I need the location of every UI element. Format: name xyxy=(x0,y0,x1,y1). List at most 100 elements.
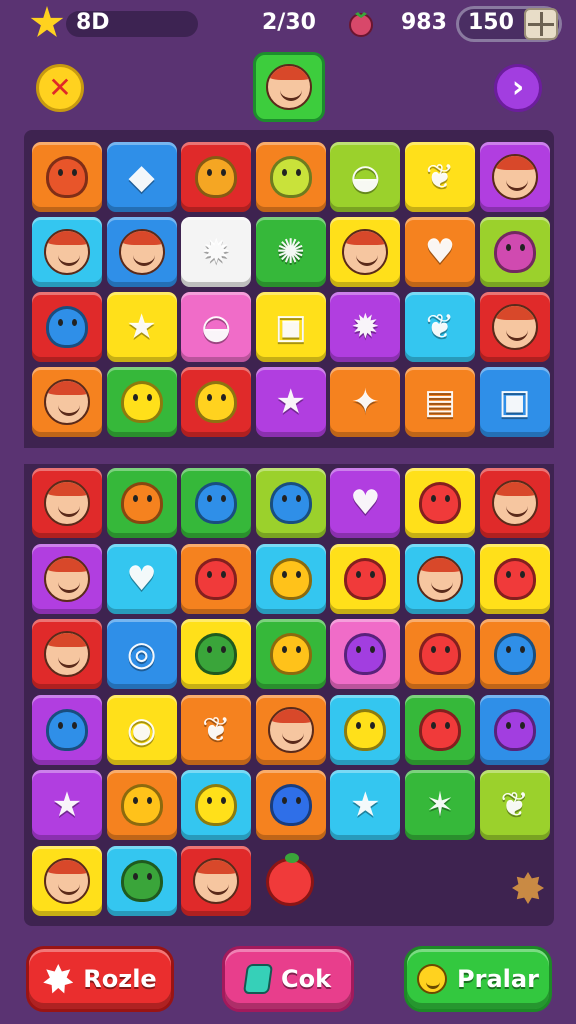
face-icon xyxy=(193,857,240,904)
face-icon xyxy=(491,154,538,200)
board-tile[interactable]: ◒ xyxy=(330,142,401,212)
board-tile[interactable] xyxy=(32,845,102,916)
leaf-icon: ❦ xyxy=(425,157,455,197)
sparkle-icon: ✦ xyxy=(351,382,380,422)
puzzle-button[interactable]: Rozle xyxy=(26,946,174,1012)
board-tile[interactable] xyxy=(255,142,326,212)
board-tile[interactable] xyxy=(106,217,177,287)
lemon-icon xyxy=(120,784,163,826)
cook-button[interactable]: Cok xyxy=(222,946,354,1012)
board-tile[interactable] xyxy=(330,543,401,614)
board-tile[interactable] xyxy=(181,367,252,437)
board-tile[interactable]: ✹ xyxy=(181,217,252,287)
board-tile[interactable] xyxy=(255,770,326,840)
board-tile[interactable] xyxy=(181,543,252,614)
board-tile[interactable]: ❦ xyxy=(181,694,252,765)
board-tile[interactable] xyxy=(181,770,252,840)
board-tile[interactable] xyxy=(181,845,252,916)
board-tile[interactable] xyxy=(330,694,401,765)
face-icon xyxy=(267,706,314,753)
face-icon xyxy=(44,555,90,602)
board-tile[interactable] xyxy=(32,142,102,212)
board-tile[interactable] xyxy=(181,142,252,212)
apple-icon[interactable] xyxy=(266,853,314,906)
praise-button[interactable]: Pralar xyxy=(404,946,552,1012)
board-tile[interactable] xyxy=(479,694,550,765)
board-tile[interactable]: ✹ xyxy=(330,292,401,362)
board-tile[interactable]: ◎ xyxy=(106,619,177,689)
board-tile[interactable] xyxy=(181,468,252,538)
board-tile[interactable] xyxy=(106,468,177,538)
board-tile[interactable] xyxy=(330,217,401,287)
board-tile[interactable] xyxy=(255,619,326,689)
shirt-icon xyxy=(493,231,536,273)
board-tile[interactable]: ◉ xyxy=(106,694,177,765)
board-tile[interactable] xyxy=(32,292,102,362)
board-tile[interactable]: ◒ xyxy=(181,292,252,362)
board-tile[interactable] xyxy=(479,142,550,212)
flower-icon xyxy=(43,964,74,994)
board-tile[interactable] xyxy=(181,619,252,689)
board-tile[interactable] xyxy=(32,217,102,287)
board-tile[interactable] xyxy=(32,367,102,437)
board-tile[interactable] xyxy=(405,468,475,538)
board-tile[interactable]: ✶ xyxy=(405,770,475,840)
board-tile[interactable]: ❦ xyxy=(479,770,550,840)
blob-icon xyxy=(46,306,88,348)
praise-button-label: Pralar xyxy=(457,965,539,993)
board-tile[interactable] xyxy=(405,543,475,614)
book-icon: ▤ xyxy=(423,382,457,422)
box-icon[interactable] xyxy=(524,8,558,40)
avatar[interactable] xyxy=(253,52,325,122)
board-tile[interactable] xyxy=(32,468,102,538)
lime-icon xyxy=(269,156,312,198)
board-tile[interactable] xyxy=(255,543,326,614)
score-value: 8D xyxy=(76,10,110,35)
board-tile[interactable] xyxy=(32,619,102,689)
drop-icon xyxy=(269,482,312,524)
board-tile[interactable]: ★ xyxy=(255,367,326,437)
board-tile[interactable]: ▣ xyxy=(479,367,550,437)
board-tile[interactable]: ✦ xyxy=(330,367,401,437)
board-tile[interactable] xyxy=(106,770,177,840)
board-tile[interactable]: ❦ xyxy=(405,142,475,212)
board-tile[interactable] xyxy=(106,367,177,437)
board-tile[interactable] xyxy=(405,694,475,765)
board-tile[interactable]: ▣ xyxy=(255,292,326,362)
board-tile[interactable] xyxy=(255,694,326,765)
board-tile[interactable] xyxy=(479,468,550,538)
board-tile[interactable]: ❦ xyxy=(405,292,475,362)
gear-icon: ✺ xyxy=(276,232,306,272)
board-tile[interactable] xyxy=(255,468,326,538)
top-hud: 8D 2/30 983 150 xyxy=(0,0,576,50)
board-tile[interactable] xyxy=(479,217,550,287)
board-tile[interactable] xyxy=(479,543,550,614)
lemon-icon xyxy=(269,633,312,675)
face-icon xyxy=(44,229,90,275)
board-tile[interactable]: ✺ xyxy=(255,217,326,287)
board-tile[interactable]: ★ xyxy=(32,770,102,840)
board-tile[interactable] xyxy=(479,619,550,689)
board-tile[interactable]: ♥ xyxy=(330,468,401,538)
berry-icon xyxy=(269,784,312,826)
board-tile[interactable]: ▤ xyxy=(405,367,475,437)
board-tile[interactable] xyxy=(405,619,475,689)
smile-icon xyxy=(120,381,163,423)
board-tile[interactable]: ★ xyxy=(106,292,177,362)
board-tile[interactable] xyxy=(479,292,550,362)
close-icon: ✕ xyxy=(48,71,72,104)
board-tile[interactable]: ◆ xyxy=(106,142,177,212)
next-button[interactable]: › xyxy=(494,64,542,112)
board-tile[interactable] xyxy=(330,619,401,689)
board-tile[interactable] xyxy=(32,694,102,765)
board-tile[interactable] xyxy=(106,845,177,916)
board-tile[interactable]: ★ xyxy=(330,770,401,840)
face-icon xyxy=(342,229,389,275)
board-tile[interactable]: ♥ xyxy=(405,217,475,287)
board-tile[interactable]: ♥ xyxy=(106,543,177,614)
board-tile[interactable] xyxy=(32,543,102,614)
box-icon: ▣ xyxy=(498,382,531,422)
sun-icon: ✹ xyxy=(201,232,231,272)
close-button[interactable]: ✕ xyxy=(36,64,84,112)
sun-icon: ✹ xyxy=(351,307,380,347)
